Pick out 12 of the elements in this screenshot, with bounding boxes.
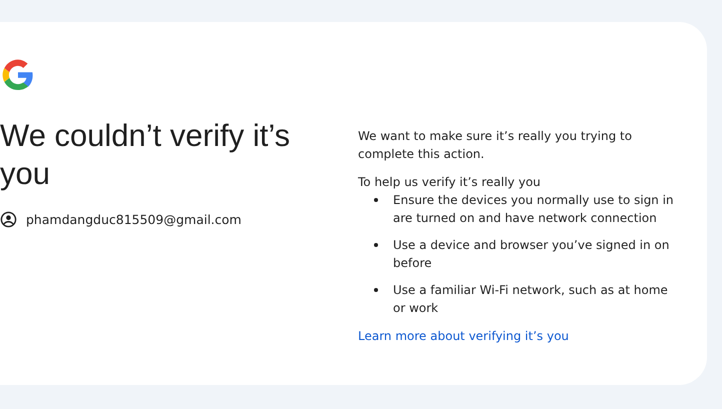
account-email: phamdangduc815509@gmail.com [26,212,242,227]
tip-text: Use a device and browser you’ve signed in on before [393,237,670,272]
bullet-icon [374,198,378,202]
account-icon [0,211,17,228]
tip-text: Use a familiar Wi-Fi network, such as at home or work [393,282,669,317]
intro-text: We want to make sure it’s really you trying to complete this action. [358,128,633,163]
bullet-icon [374,288,378,292]
tips-title: To help us verify it’s really you [358,174,542,191]
page-heading: We couldn’t verify it’s you [0,117,292,193]
learn-more-link[interactable]: Learn more about verifying it’s you [358,329,569,343]
bullet-icon [374,243,378,247]
tip-text: Ensure the devices you normally use to sign in are turned on and have network connection [393,192,675,227]
